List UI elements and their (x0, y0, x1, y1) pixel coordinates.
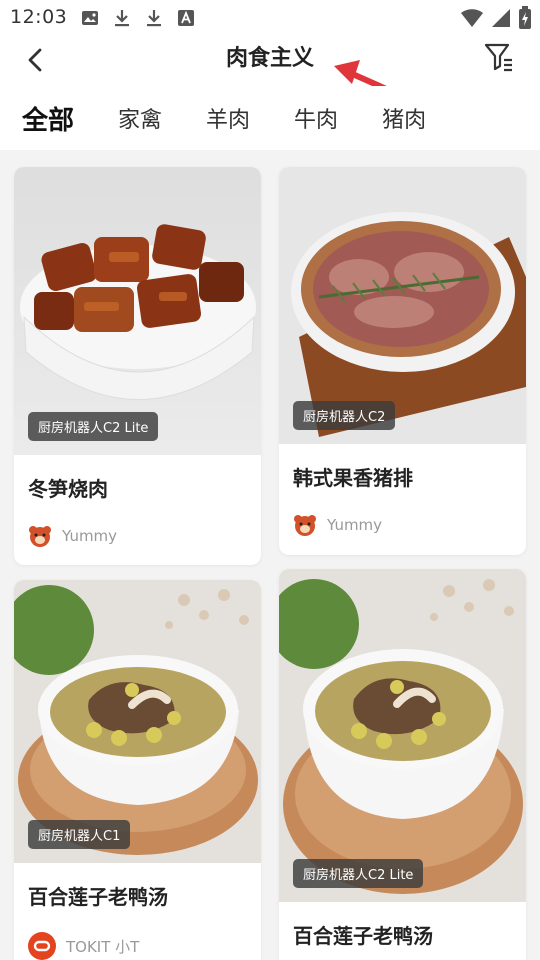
recipe-image: 厨房机器人C2 Lite (14, 167, 261, 455)
recipe-title: 百合莲子老鸭汤 (293, 924, 433, 948)
author-name: TOKIT 小T (66, 937, 140, 956)
notification-icons (80, 8, 196, 28)
system-icons (460, 6, 532, 30)
device-badge: 厨房机器人C2 Lite (293, 859, 424, 888)
status-bar: 12:03 (0, 0, 540, 36)
recipe-title: 百合莲子老鸭汤 (28, 885, 168, 909)
bear-avatar-icon (294, 515, 316, 536)
recipe-image: 厨房机器人C2 Lite (279, 569, 526, 902)
recipe-title: 冬笋烧肉 (28, 477, 108, 501)
recipe-card[interactable]: 厨房机器人C2 Lite 百合莲子老鸭汤 (279, 569, 526, 960)
recipe-title: 韩式果香猪排 (293, 466, 413, 490)
download-icon (147, 10, 161, 27)
image-icon (82, 11, 98, 25)
tokit-avatar-icon (28, 932, 56, 960)
tab-pork[interactable]: 猪肉 (382, 102, 426, 134)
author: Yummy (279, 513, 526, 537)
bear-avatar-icon (29, 526, 51, 547)
battery-icon (519, 6, 531, 29)
text-a-icon (178, 10, 194, 26)
recipe-image: 厨房机器人C2 (279, 167, 526, 444)
device-badge: 厨房机器人C1 (28, 820, 131, 849)
tab-all[interactable]: 全部 (22, 100, 75, 137)
download-icon (115, 10, 129, 27)
author-name: Yummy (62, 527, 118, 545)
tab-beef[interactable]: 牛肉 (294, 102, 338, 134)
recipe-card[interactable]: 厨房机器人C1 百合莲子老鸭汤 TOKIT 小T (14, 580, 261, 960)
page-title: 肉食主义 (225, 46, 314, 71)
device-badge: 厨房机器人C2 Lite (28, 412, 159, 441)
recipe-image: 厨房机器人C1 (14, 580, 261, 863)
category-tabs: 全部 家禽 羊肉 牛肉 猪肉 (0, 86, 540, 150)
author-name: Yummy (327, 516, 383, 534)
filter-icon[interactable] (482, 40, 516, 74)
recipe-card[interactable]: 厨房机器人C2 Lite 冬笋烧肉 Yummy (14, 167, 261, 565)
author: Yummy (14, 524, 261, 548)
recipe-card[interactable]: 厨房机器人C2 韩式果香猪排 Yummy (279, 167, 526, 555)
tab-poultry[interactable]: 家禽 (118, 102, 162, 134)
tab-lamb[interactable]: 羊肉 (206, 102, 250, 134)
author: TOKIT 小T (14, 932, 261, 960)
nav-bar: 肉食主义 (0, 36, 540, 86)
wifi-icon (461, 9, 483, 27)
device-badge: 厨房机器人C2 (293, 401, 396, 430)
status-time: 12:03 (10, 6, 68, 28)
signal-icon (492, 9, 510, 27)
